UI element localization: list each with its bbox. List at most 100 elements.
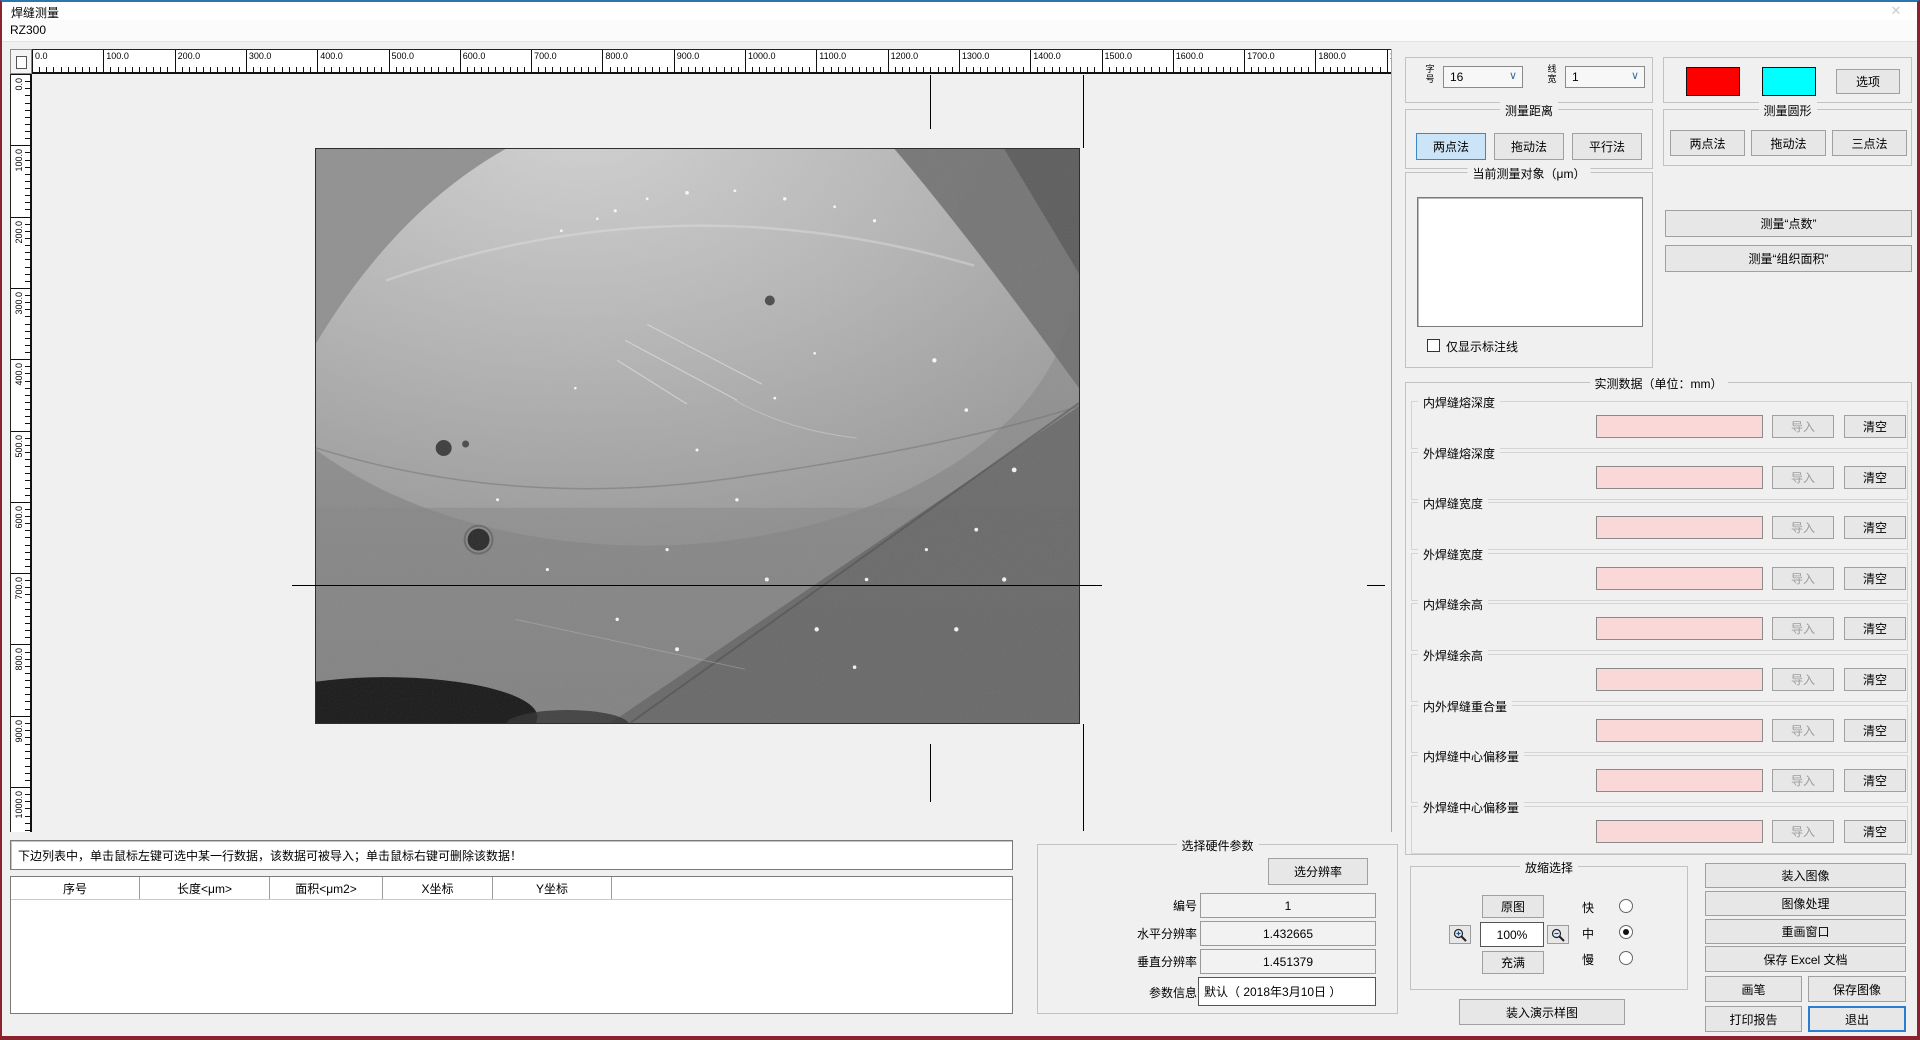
import-button[interactable]: 导入 [1772,719,1834,742]
speed-option-label: 慢 [1582,951,1594,968]
measured-row: 内焊缝余高导入清空 [1411,603,1908,651]
measured-value-field[interactable] [1596,617,1763,640]
hardware-field-value[interactable]: 1.432665 [1200,921,1376,946]
close-icon[interactable]: ✕ [1883,3,1909,19]
clear-button[interactable]: 清空 [1844,719,1906,742]
results-table[interactable]: 序号长度<μm>面积<μm2>X坐标Y坐标 [10,876,1013,1014]
load-demo-image-button[interactable]: 装入演示样图 [1459,999,1625,1025]
measured-value-field[interactable] [1596,719,1763,742]
guide-line-vertical-right-bottom [1083,724,1084,831]
measured-row: 内焊缝中心偏移量导入清空 [1411,755,1908,803]
clear-button[interactable]: 清空 [1844,466,1906,489]
font-size-label: 字号 [1424,64,1436,84]
import-button[interactable]: 导入 [1772,668,1834,691]
clear-button[interactable]: 清空 [1844,769,1906,792]
measured-row-label: 外焊缝中心偏移量 [1418,799,1524,816]
hardware-field-label: 水平分辨率 [1065,925,1197,942]
save-excel-button[interactable]: 保存 Excel 文档 [1705,946,1906,972]
speed-radio[interactable] [1619,899,1633,913]
hardware-field-value[interactable]: 1 [1200,893,1376,918]
distance-two-point-button[interactable]: 两点法 [1416,133,1486,160]
guide-line-horizontal-tick [1367,585,1385,586]
param-info-label: 参数信息 [1065,984,1197,1001]
pen-button[interactable]: 画笔 [1705,976,1802,1002]
speed-radio[interactable] [1619,951,1633,965]
measured-row-label: 内焊缝宽度 [1418,495,1488,512]
fill-color-swatch[interactable] [1762,67,1816,96]
column-header: 长度<μm> [140,877,270,899]
pen-color-swatch[interactable] [1686,67,1740,96]
import-button[interactable]: 导入 [1772,567,1834,590]
import-button[interactable]: 导入 [1772,466,1834,489]
list-hint-box: 下边列表中，单击鼠标左键可选中某一行数据，该数据可被导入；单击鼠标右键可删除该数… [10,840,1013,870]
clear-button[interactable]: 清空 [1844,516,1906,539]
hardware-field-label: 垂直分辨率 [1065,953,1197,970]
column-header: 序号 [11,877,140,899]
clear-button[interactable]: 清空 [1844,820,1906,843]
weld-specimen-image[interactable] [315,148,1080,724]
image-process-button[interactable]: 图像处理 [1705,891,1906,916]
print-report-button[interactable]: 打印报告 [1705,1006,1802,1032]
distance-drag-button[interactable]: 拖动法 [1494,133,1564,160]
current-object-listbox[interactable] [1417,197,1643,327]
line-width-combobox[interactable]: 1 ∨ [1565,66,1645,88]
distance-parallel-button[interactable]: 平行法 [1572,133,1642,160]
measured-value-field[interactable] [1596,466,1763,489]
circle-drag-button[interactable]: 拖动法 [1751,130,1826,156]
import-button[interactable]: 导入 [1772,617,1834,640]
exit-button[interactable]: 退出 [1808,1006,1906,1032]
speed-radio[interactable] [1619,925,1633,939]
import-button[interactable]: 导入 [1772,516,1834,539]
measure-tissue-area-button[interactable]: 测量“组织面积” [1665,245,1912,272]
ruler-corner-box [10,49,32,74]
list-hint-text: 下边列表中，单击鼠标左键可选中某一行数据，该数据可被导入；单击鼠标右键可删除该数… [18,847,522,864]
zoom-in-icon[interactable] [1449,925,1471,944]
current-object-title: 当前测量对象（μm） [1468,165,1591,182]
redraw-window-button[interactable]: 重画窗口 [1705,919,1906,944]
select-resolution-button[interactable]: 选分辨率 [1268,858,1368,885]
original-size-button[interactable]: 原图 [1482,895,1544,918]
clear-button[interactable]: 清空 [1844,415,1906,438]
menu-item-rz300[interactable]: RZ300 [10,23,46,37]
measured-value-field[interactable] [1596,516,1763,539]
circle-two-point-button[interactable]: 两点法 [1670,130,1745,156]
measured-value-field[interactable] [1596,820,1763,843]
zoom-out-icon[interactable] [1547,925,1569,944]
import-button[interactable]: 导入 [1772,769,1834,792]
measure-distance-title: 测量距离 [1500,102,1558,119]
measured-row-label: 内焊缝余高 [1418,596,1488,613]
hardware-field-value[interactable]: 1.451379 [1200,949,1376,974]
measured-value-field[interactable] [1596,415,1763,438]
hardware-params-title: 选择硬件参数 [1176,837,1258,854]
measured-row: 内焊缝熔深度导入清空 [1411,401,1908,449]
import-button[interactable]: 导入 [1772,820,1834,843]
clear-button[interactable]: 清空 [1844,617,1906,640]
save-image-button[interactable]: 保存图像 [1808,976,1906,1002]
param-info-field[interactable]: 默认（ 2018年3月10日 ） [1198,977,1376,1006]
measured-row: 外焊缝宽度导入清空 [1411,553,1908,601]
import-button[interactable]: 导入 [1772,415,1834,438]
canvas-right-border [1391,49,1392,832]
measured-value-field[interactable] [1596,668,1763,691]
chevron-down-icon: ∨ [1509,69,1517,82]
options-button[interactable]: 选项 [1836,69,1900,94]
font-size-combobox[interactable]: 16 ∨ [1443,66,1523,88]
circle-three-point-button[interactable]: 三点法 [1832,130,1907,156]
load-image-button[interactable]: 装入图像 [1705,863,1906,888]
measured-row: 内焊缝宽度导入清空 [1411,502,1908,550]
measured-row-label: 外焊缝余高 [1418,647,1488,664]
measured-row-label: 外焊缝熔深度 [1418,445,1500,462]
column-header-filler [612,877,1012,899]
fit-button[interactable]: 充满 [1482,951,1544,974]
measured-row-label: 内外焊缝重合量 [1418,698,1512,715]
only-show-lines-checkbox[interactable] [1427,339,1440,352]
clear-button[interactable]: 清空 [1844,668,1906,691]
chevron-down-icon: ∨ [1631,69,1639,82]
measure-points-button[interactable]: 测量“点数” [1665,210,1912,237]
speed-option-label: 中 [1582,925,1594,942]
clear-button[interactable]: 清空 [1844,567,1906,590]
zoom-percent-field[interactable]: 100% [1480,922,1544,947]
measured-value-field[interactable] [1596,567,1763,590]
results-table-header: 序号长度<μm>面积<μm2>X坐标Y坐标 [11,877,1012,900]
measured-value-field[interactable] [1596,769,1763,792]
